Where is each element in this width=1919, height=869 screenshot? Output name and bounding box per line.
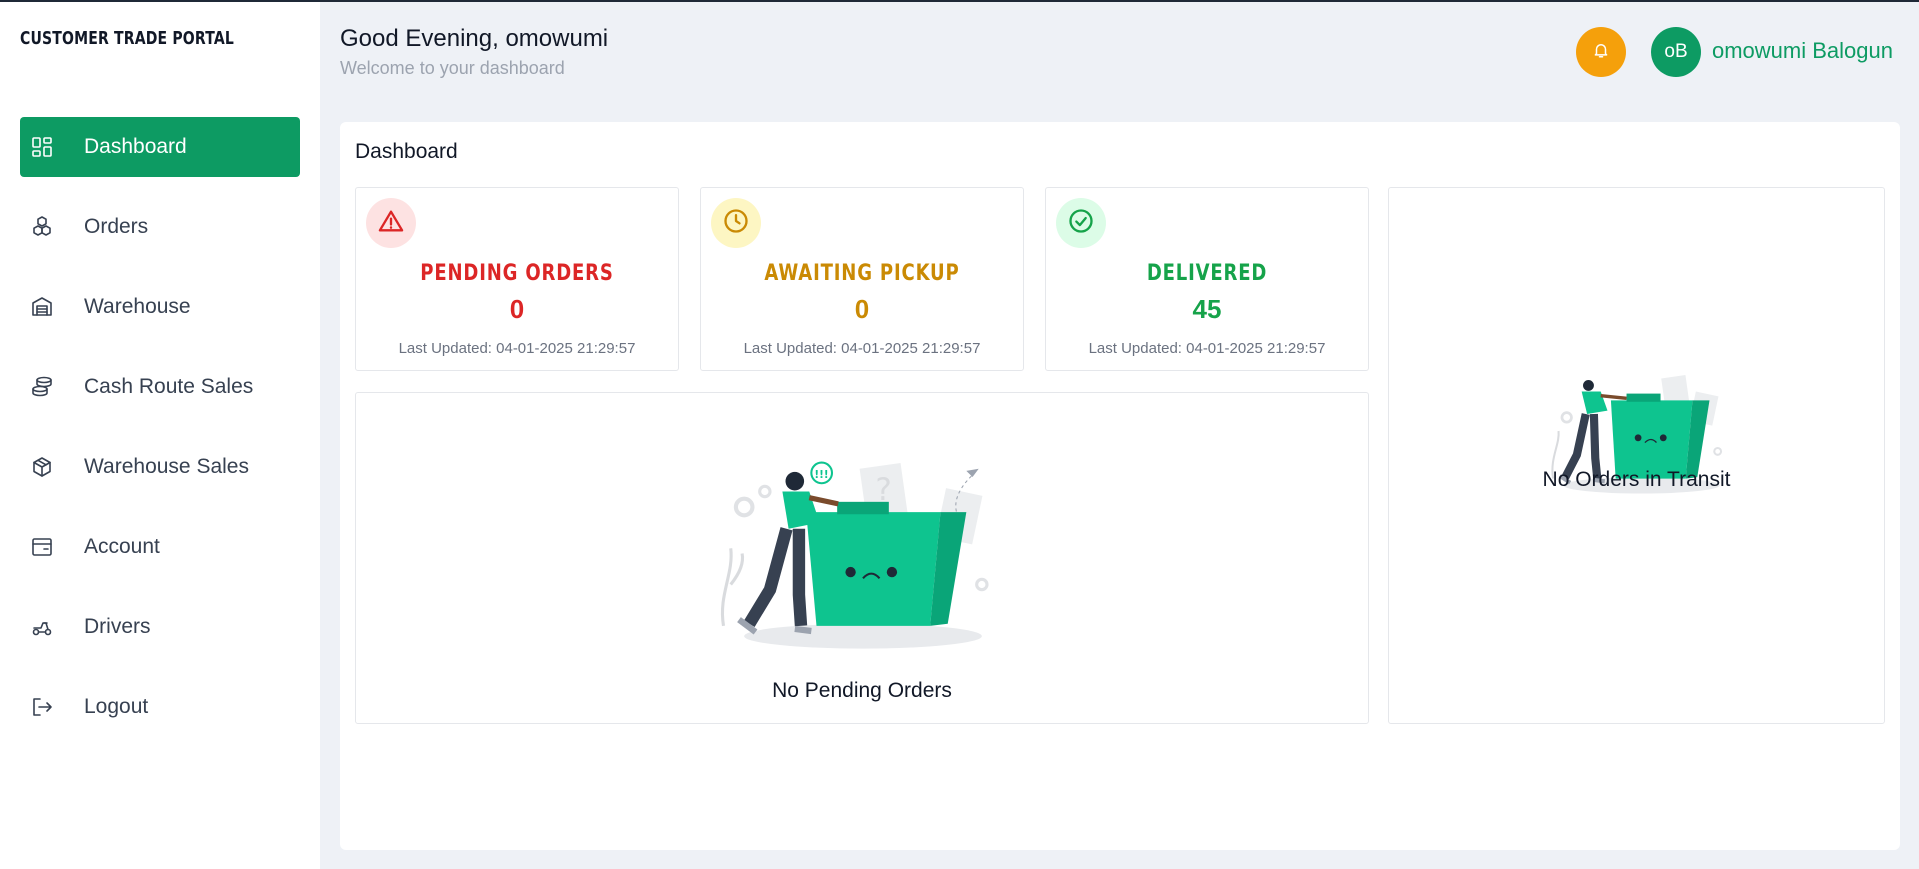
awaiting-pickup-badge bbox=[711, 198, 761, 248]
clock-icon bbox=[722, 207, 750, 240]
sidebar-item-label: Drivers bbox=[84, 615, 151, 638]
orders-icon bbox=[30, 215, 54, 239]
sidebar-item-label: Logout bbox=[84, 695, 149, 718]
account-card-icon bbox=[30, 535, 54, 559]
check-circle-icon bbox=[1067, 207, 1095, 240]
sidebar: CUSTOMER TRADE PORTAL Dashboard Orders W… bbox=[0, 2, 320, 869]
sidebar-item-label: Account bbox=[84, 535, 160, 558]
sidebar-item-label: Warehouse bbox=[84, 295, 191, 318]
sidebar-item-cash-route-sales[interactable]: Cash Route Sales bbox=[20, 357, 300, 417]
stat-last-updated: Last Updated: 04-01-2025 21:29:57 bbox=[398, 340, 636, 357]
dashboard-panel: Dashboard PENDING ORDERS 0 Last Updated:… bbox=[340, 122, 1900, 850]
scooter-icon bbox=[30, 615, 54, 639]
warehouse-icon bbox=[30, 295, 54, 319]
stat-value: 45 bbox=[1192, 294, 1222, 324]
dashboard-icon bbox=[30, 135, 54, 159]
sidebar-item-warehouse[interactable]: Warehouse bbox=[20, 277, 300, 337]
pending-orders-badge bbox=[366, 198, 416, 248]
page-title: Dashboard bbox=[355, 140, 458, 163]
sidebar-item-account[interactable]: Account bbox=[20, 517, 300, 577]
logout-icon bbox=[30, 695, 54, 719]
pending-orders-card[interactable]: PENDING ORDERS 0 Last Updated: 04-01-202… bbox=[355, 187, 679, 371]
sidebar-item-label: Dashboard bbox=[84, 135, 187, 158]
notification-button[interactable] bbox=[1576, 27, 1626, 77]
delivered-card[interactable]: DELIVERED 45 Last Updated: 04-01-2025 21… bbox=[1045, 187, 1369, 371]
avatar[interactable]: oB bbox=[1651, 27, 1701, 77]
sidebar-item-orders[interactable]: Orders bbox=[20, 197, 300, 257]
pending-orders-list-card: ? !!! No Pending Orders bbox=[355, 392, 1369, 724]
sidebar-item-warehouse-sales[interactable]: Warehouse Sales bbox=[20, 437, 300, 497]
welcome-subtitle: Welcome to your dashboard bbox=[340, 58, 565, 78]
sidebar-item-logout[interactable]: Logout bbox=[20, 677, 300, 737]
greeting: Good Evening, omowumi bbox=[340, 25, 609, 52]
user-name[interactable]: omowumi Balogun bbox=[1712, 38, 1893, 64]
sidebar-item-dashboard[interactable]: Dashboard bbox=[20, 117, 300, 177]
sidebar-item-label: Cash Route Sales bbox=[84, 375, 254, 398]
stat-value: 0 bbox=[509, 294, 525, 324]
stat-label: AWAITING PICKUP bbox=[764, 261, 960, 286]
orders-in-transit-card: No Orders in Transit bbox=[1388, 187, 1885, 724]
stat-label: DELIVERED bbox=[1146, 261, 1268, 286]
sidebar-item-label: Warehouse Sales bbox=[84, 455, 249, 478]
stat-value: 0 bbox=[854, 294, 870, 324]
awaiting-pickup-card[interactable]: AWAITING PICKUP 0 Last Updated: 04-01-20… bbox=[700, 187, 1024, 371]
bell-icon bbox=[1592, 41, 1610, 64]
warning-triangle-icon bbox=[377, 207, 405, 240]
stat-last-updated: Last Updated: 04-01-2025 21:29:57 bbox=[1088, 340, 1326, 357]
sidebar-nav: Dashboard Orders Warehouse Cash Route Sa… bbox=[20, 117, 300, 757]
no-orders-in-transit-text: No Orders in Transit bbox=[1542, 468, 1731, 491]
app-title: CUSTOMER TRADE PORTAL bbox=[20, 28, 234, 49]
sidebar-item-label: Orders bbox=[84, 215, 149, 238]
stat-last-updated: Last Updated: 04-01-2025 21:29:57 bbox=[743, 340, 981, 357]
empty-box-illustration: ? !!! bbox=[720, 461, 989, 649]
exclamation-glyph: !!! bbox=[814, 469, 828, 481]
package-icon bbox=[30, 455, 54, 479]
no-pending-orders-text: No Pending Orders bbox=[772, 679, 952, 702]
stat-label: PENDING ORDERS bbox=[420, 261, 614, 286]
sidebar-item-drivers[interactable]: Drivers bbox=[20, 597, 300, 657]
cash-stack-icon bbox=[30, 375, 54, 399]
delivered-badge bbox=[1056, 198, 1106, 248]
